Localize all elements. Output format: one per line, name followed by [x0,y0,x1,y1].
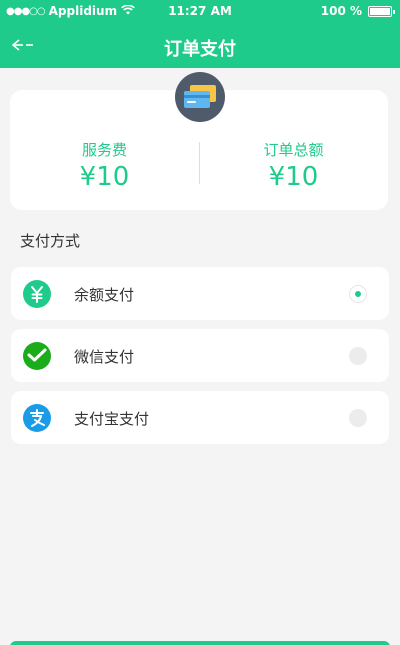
payment-option-wechat[interactable]: 微信支付 [11,329,389,382]
wechat-icon [23,342,51,370]
payment-option-label: 支付宝支付 [74,410,150,428]
service-fee-label: 服务费 [81,141,127,159]
radio-unselected[interactable] [349,409,367,427]
status-bar: ●●●○○ Applidium 11:27 AM 100 % [0,0,400,22]
payment-option-balance[interactable]: 余额支付 [11,267,389,320]
pay-button[interactable] [10,641,390,645]
battery-percent: 100 % [320,4,362,18]
battery-icon [368,5,395,17]
radio-unselected[interactable] [349,347,367,365]
order-total-value: ¥10 [268,162,319,192]
payment-option-label: 余额支付 [74,286,135,304]
alipay-icon [23,404,51,432]
credit-card-icon [175,72,225,122]
order-total-label: 订单总额 [263,141,324,159]
radio-selected[interactable] [349,285,367,303]
service-fee-block: 服务费 ¥10 [10,140,199,192]
nav-bar: 订单支付 [0,22,400,68]
payment-method-heading: 支付方式 [20,232,81,250]
page-title: 订单支付 [164,39,236,60]
payment-option-label: 微信支付 [74,348,135,366]
order-total-block: 订单总额 ¥10 [199,140,388,192]
service-fee-value: ¥10 [79,162,130,192]
yuan-balance-icon [23,280,51,308]
battery-info: 100 % [320,4,395,18]
payment-option-alipay[interactable]: 支付宝支付 [11,391,389,444]
